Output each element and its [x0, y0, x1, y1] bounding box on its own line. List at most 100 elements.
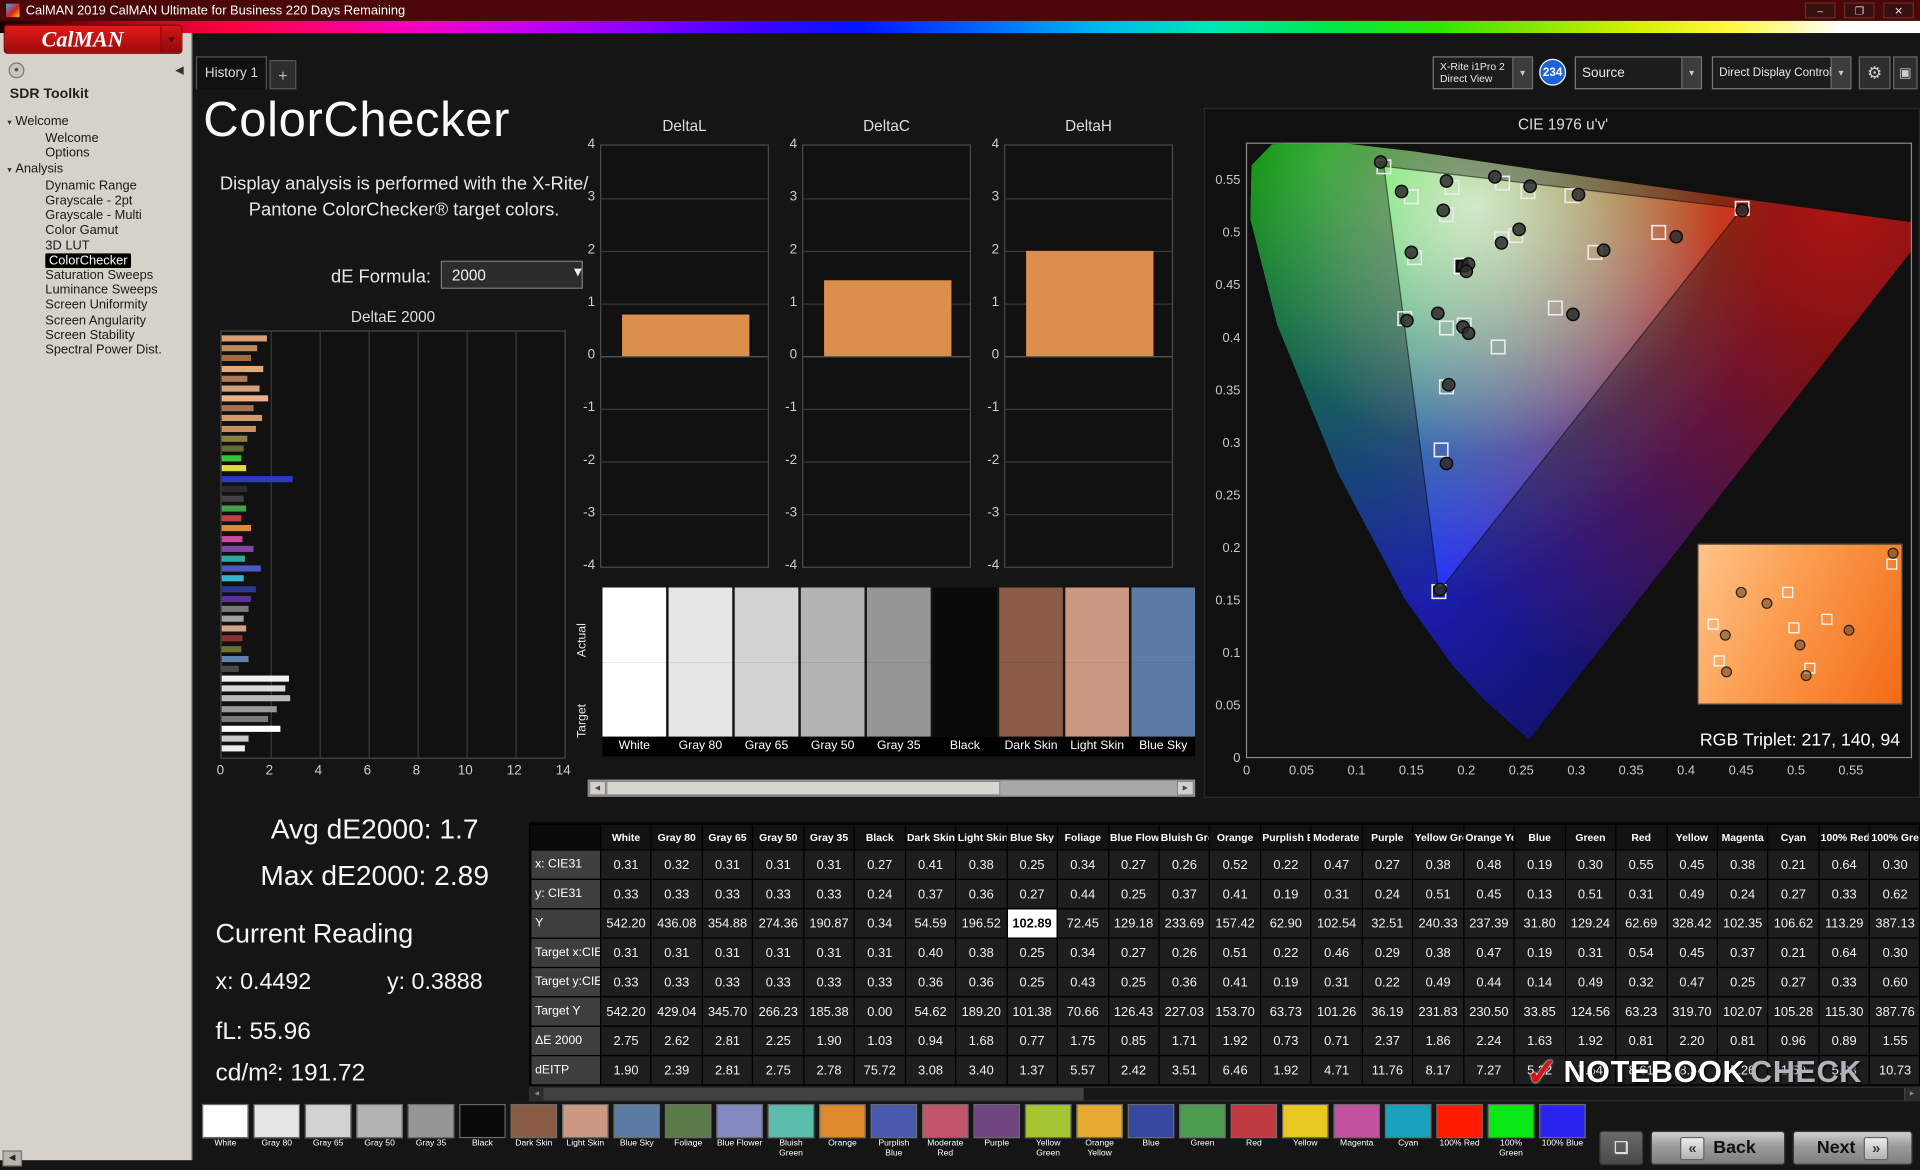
patch-green[interactable]: Green — [1179, 1104, 1226, 1165]
table-cell[interactable]: 240.33 — [1413, 909, 1464, 938]
table-cell[interactable]: 387.76 — [1870, 997, 1920, 1026]
table-cell[interactable]: 3.40 — [956, 1056, 1007, 1085]
table-cell[interactable]: 0.25 — [1007, 938, 1058, 967]
table-cell[interactable]: 0.55 — [1616, 850, 1667, 879]
table-cell[interactable]: 0.25 — [1108, 967, 1159, 996]
sidebar-item-options[interactable]: Options — [0, 146, 191, 161]
scroll-left-icon[interactable]: ◄ — [530, 1088, 545, 1100]
patch-dark-skin[interactable]: Dark Skin — [511, 1104, 558, 1165]
patch-purplish-blue[interactable]: Purplish Blue — [871, 1104, 918, 1165]
table-cell[interactable]: 0.31 — [1565, 938, 1616, 967]
sidebar-group-welcome[interactable]: ▾Welcome — [0, 114, 191, 131]
table-cell[interactable]: 0.22 — [1260, 850, 1311, 879]
table-cell[interactable]: 0.33 — [753, 967, 804, 996]
table-cell[interactable]: 542.20 — [601, 909, 652, 938]
table-cell[interactable]: 75.72 — [854, 1056, 905, 1085]
table-cell[interactable]: 185.38 — [804, 997, 855, 1026]
table-cell[interactable]: 2.37 — [1362, 1026, 1413, 1055]
table-cell[interactable]: 387.13 — [1870, 909, 1920, 938]
logo-dropdown-icon[interactable]: ▾ — [160, 26, 181, 53]
sidebar-item-dynamic-range[interactable]: Dynamic Range — [0, 178, 191, 193]
table-cell[interactable]: 0.45 — [1464, 879, 1515, 908]
table-cell[interactable]: 0.24 — [1717, 879, 1768, 908]
table-cell[interactable]: 0.30 — [1870, 850, 1920, 879]
table-cell[interactable]: 0.33 — [1819, 879, 1870, 908]
table-cell[interactable]: 0.21 — [1768, 850, 1819, 879]
sidebar-item-grayscale-2pt[interactable]: Grayscale - 2pt — [0, 193, 191, 208]
table-cell[interactable]: 0.21 — [1768, 938, 1819, 967]
table-cell[interactable]: 106.62 — [1768, 909, 1819, 938]
table-cell[interactable]: 2.24 — [1464, 1026, 1515, 1055]
table-cell[interactable]: 0.85 — [1108, 1026, 1159, 1055]
table-cell[interactable]: 0.81 — [1616, 1026, 1667, 1055]
patch-yellow[interactable]: Yellow — [1282, 1104, 1329, 1165]
table-cell[interactable]: 0.33 — [702, 967, 753, 996]
patch-gray-65[interactable]: Gray 65 — [305, 1104, 352, 1165]
table-cell[interactable]: 1.03 — [854, 1026, 905, 1055]
table-cell[interactable]: 0.31 — [1616, 879, 1667, 908]
table-cell[interactable]: 0.49 — [1413, 967, 1464, 996]
table-cell[interactable]: 0.19 — [1514, 850, 1565, 879]
table-cell[interactable]: 72.45 — [1057, 909, 1108, 938]
patch-magenta[interactable]: Magenta — [1333, 1104, 1380, 1165]
table-cell[interactable]: 0.33 — [804, 967, 855, 996]
table-cell[interactable]: 0.32 — [651, 850, 702, 879]
table-cell[interactable]: 62.90 — [1260, 909, 1311, 938]
table-cell[interactable]: 190.87 — [804, 909, 855, 938]
table-cell[interactable]: 0.13 — [1514, 879, 1565, 908]
patch-100-green[interactable]: 100% Green — [1488, 1104, 1535, 1165]
table-cell[interactable]: 0.33 — [804, 879, 855, 908]
table-cell[interactable]: 4.71 — [1311, 1056, 1362, 1085]
patch-100-blue[interactable]: 100% Blue — [1539, 1104, 1586, 1165]
table-cell[interactable]: 0.25 — [1108, 879, 1159, 908]
table-cell[interactable]: 0.31 — [1311, 879, 1362, 908]
table-cell[interactable]: 542.20 — [601, 997, 652, 1026]
table-cell[interactable]: 0.27 — [1362, 850, 1413, 879]
table-cell[interactable]: 1.75 — [1057, 1026, 1108, 1055]
table-cell[interactable]: 0.54 — [1616, 938, 1667, 967]
table-cell[interactable]: 0.33 — [1819, 967, 1870, 996]
patch-moderate-red[interactable]: Moderate Red — [922, 1104, 969, 1165]
table-cell[interactable]: 32.51 — [1362, 909, 1413, 938]
patch-bluish-green[interactable]: Bluish Green — [768, 1104, 815, 1165]
table-cell[interactable]: 227.03 — [1159, 997, 1210, 1026]
table-cell[interactable]: 3.08 — [905, 1056, 956, 1085]
table-cell[interactable]: 274.36 — [753, 909, 804, 938]
patch-red[interactable]: Red — [1231, 1104, 1278, 1165]
table-cell[interactable]: 231.83 — [1413, 997, 1464, 1026]
table-cell[interactable]: 1.92 — [1260, 1056, 1311, 1085]
patch-orange[interactable]: Orange — [819, 1104, 866, 1165]
table-cell[interactable]: 6.46 — [1210, 1056, 1261, 1085]
table-cell[interactable]: 105.28 — [1768, 997, 1819, 1026]
table-cell[interactable]: 0.33 — [753, 879, 804, 908]
table-cell[interactable]: 0.40 — [905, 938, 956, 967]
maximize-button[interactable]: ❐ — [1844, 2, 1875, 18]
table-cell[interactable]: 7.27 — [1464, 1056, 1515, 1085]
table-cell[interactable]: 0.29 — [1362, 938, 1413, 967]
table-cell[interactable]: 0.71 — [1311, 1026, 1362, 1055]
table-cell[interactable]: 328.42 — [1667, 909, 1718, 938]
meter-dropdown[interactable]: X-Rite i1Pro 2 Direct View ▾ — [1433, 56, 1533, 89]
table-cell[interactable]: 1.71 — [1159, 1026, 1210, 1055]
table-cell[interactable]: 1.90 — [804, 1026, 855, 1055]
table-cell[interactable]: 0.37 — [905, 879, 956, 908]
patch-cyan[interactable]: Cyan — [1385, 1104, 1432, 1165]
table-cell[interactable]: 0.38 — [1413, 850, 1464, 879]
table-cell[interactable]: 0.43 — [1057, 967, 1108, 996]
table-cell[interactable]: 0.25 — [1007, 967, 1058, 996]
table-cell[interactable]: 102.35 — [1717, 909, 1768, 938]
table-cell[interactable]: 101.38 — [1007, 997, 1058, 1026]
table-cell[interactable]: 0.24 — [854, 879, 905, 908]
sidebar-item-screen-stability[interactable]: Screen Stability — [0, 328, 191, 343]
table-cell[interactable]: 11.76 — [1362, 1056, 1413, 1085]
table-cell[interactable]: 0.62 — [1870, 879, 1920, 908]
table-cell[interactable]: 0.38 — [1717, 850, 1768, 879]
table-cell[interactable]: 1.37 — [1007, 1056, 1058, 1085]
table-cell[interactable]: 2.81 — [702, 1056, 753, 1085]
patch-white[interactable]: White — [202, 1104, 249, 1165]
patch-light-skin[interactable]: Light Skin — [562, 1104, 609, 1165]
table-cell[interactable]: 0.25 — [1007, 850, 1058, 879]
table-cell[interactable]: 0.33 — [702, 879, 753, 908]
table-cell[interactable]: 0.31 — [601, 938, 652, 967]
table-cell[interactable]: 345.70 — [702, 997, 753, 1026]
